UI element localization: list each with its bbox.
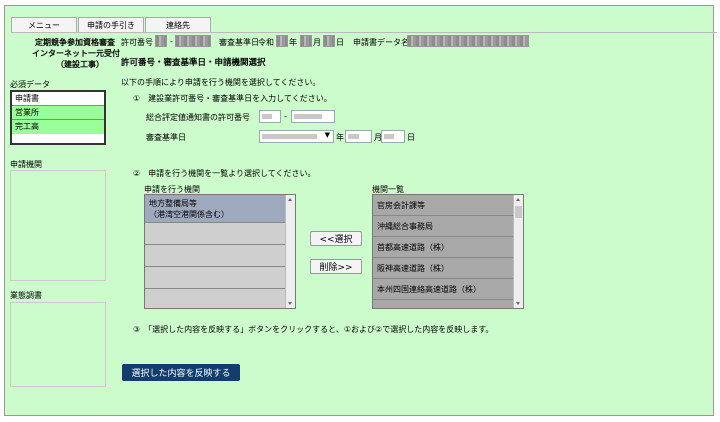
tab-menu[interactable]: メニュー (11, 17, 77, 32)
agency-list-item[interactable]: 阪神高速道路（株） (373, 258, 514, 279)
system-title-line3: （建設工事） (56, 60, 104, 69)
era-year-select[interactable]: ▼ (259, 130, 334, 143)
selected-agency-empty-row[interactable] (145, 223, 286, 245)
data-name-label: 申請書データ名 (353, 38, 409, 47)
agency-list-item[interactable]: 沖縄総合事務局 (373, 216, 514, 237)
required-item-application[interactable]: 申請書 (12, 92, 104, 106)
selected-agency-empty-row[interactable] (145, 289, 286, 308)
permit-dash: - (170, 37, 173, 46)
selected-agency-empty-row[interactable] (145, 267, 286, 289)
day-input-unit: 日 (407, 133, 415, 142)
required-item-office[interactable]: 営業所 (12, 106, 104, 120)
tab-contact[interactable]: 連絡先 (145, 17, 211, 32)
step2-text: ② 申請を行う機関を一覧より選択してください。 (133, 169, 316, 178)
scroll-thumb[interactable] (515, 206, 522, 218)
agency-list-item[interactable]: 本州四国連絡高速道路（株） (373, 279, 514, 300)
required-data-list: 申請書 営業所 完工高 (10, 90, 106, 145)
selected-list-scrollbar[interactable] (285, 195, 295, 308)
app-window: メニュー 申請の手引き 連絡先 定期競争参加資格審査 インターネット一元受付 （… (4, 5, 717, 416)
tab-divider (11, 32, 717, 33)
scroll-up-icon[interactable] (516, 198, 520, 201)
status-box (10, 302, 106, 387)
scroll-up-icon[interactable] (288, 198, 292, 201)
day-input[interactable] (381, 130, 405, 143)
permit-prefix-input[interactable] (259, 110, 281, 123)
permit-number-label: 総合評定値通知書の許可番号 (146, 113, 250, 122)
required-item-completed-works[interactable]: 完工高 (12, 120, 104, 134)
base-year-value (276, 35, 288, 47)
base-date-input-label: 審査基準日 (146, 133, 186, 142)
year-input-unit: 年 (336, 133, 344, 142)
agency-list-item[interactable]: 官房会計課等 (373, 195, 514, 216)
step3-text: ③ 「選択した内容を反映する」ボタンをクリックすると、①および②で選択した内容を… (133, 325, 494, 334)
system-title-line2: インターネット一元受付 (32, 49, 120, 58)
month-input[interactable] (345, 130, 372, 143)
selected-agency-item[interactable]: 地方整備局等 （港湾空港関係含む） (145, 195, 295, 223)
agency-label: 申請機関 (10, 160, 42, 169)
intro-text: 以下の手順により申請を行う機関を選択してください。 (121, 78, 321, 87)
year-unit: 年 (289, 38, 297, 47)
permit-number-input[interactable] (291, 110, 335, 123)
permit-prefix-value (155, 35, 167, 47)
era-label: 令和 (258, 38, 274, 47)
permit-input-dash: - (284, 112, 287, 121)
base-month-value (300, 35, 312, 47)
day-unit: 日 (336, 38, 344, 47)
scroll-down-icon[interactable] (288, 302, 292, 305)
system-title-line1: 定期競争参加資格審査 (35, 38, 115, 47)
permit-label: 許可番号 (121, 38, 153, 47)
permit-number-value (175, 35, 211, 47)
selected-agency-empty-row[interactable] (145, 245, 286, 267)
data-name-value (407, 35, 529, 47)
selected-agency-list[interactable]: 地方整備局等 （港湾空港関係含む） (144, 194, 296, 309)
agency-box (10, 170, 106, 281)
section-title: 許可番号・審査基準日・申請機関選択 (121, 58, 266, 68)
scroll-down-icon[interactable] (516, 302, 520, 305)
remove-button[interactable]: 削除>> (310, 259, 362, 274)
required-data-label: 必須データ (10, 80, 50, 89)
status-label: 業態調書 (10, 291, 42, 300)
top-tab-bar: メニュー 申請の手引き 連絡先 (11, 17, 212, 33)
select-button[interactable]: <<選択 (310, 231, 362, 246)
base-day-value (323, 35, 335, 47)
step1-text: ① 建設業許可番号・審査基準日を入力してください。 (133, 94, 332, 103)
tab-guide[interactable]: 申請の手引き (78, 17, 144, 32)
base-date-label: 審査基準日 (219, 38, 259, 47)
chevron-down-icon: ▼ (324, 131, 330, 139)
month-unit: 月 (313, 38, 321, 47)
agency-list-scrollbar[interactable] (513, 195, 523, 308)
agency-list[interactable]: 官房会計課等 沖縄総合事務局 首都高速道路（株） 阪神高速道路（株） 本州四国連… (372, 194, 524, 309)
apply-selection-button[interactable]: 選択した内容を反映する (122, 364, 240, 381)
agency-list-item[interactable]: 首都高速道路（株） (373, 237, 514, 258)
